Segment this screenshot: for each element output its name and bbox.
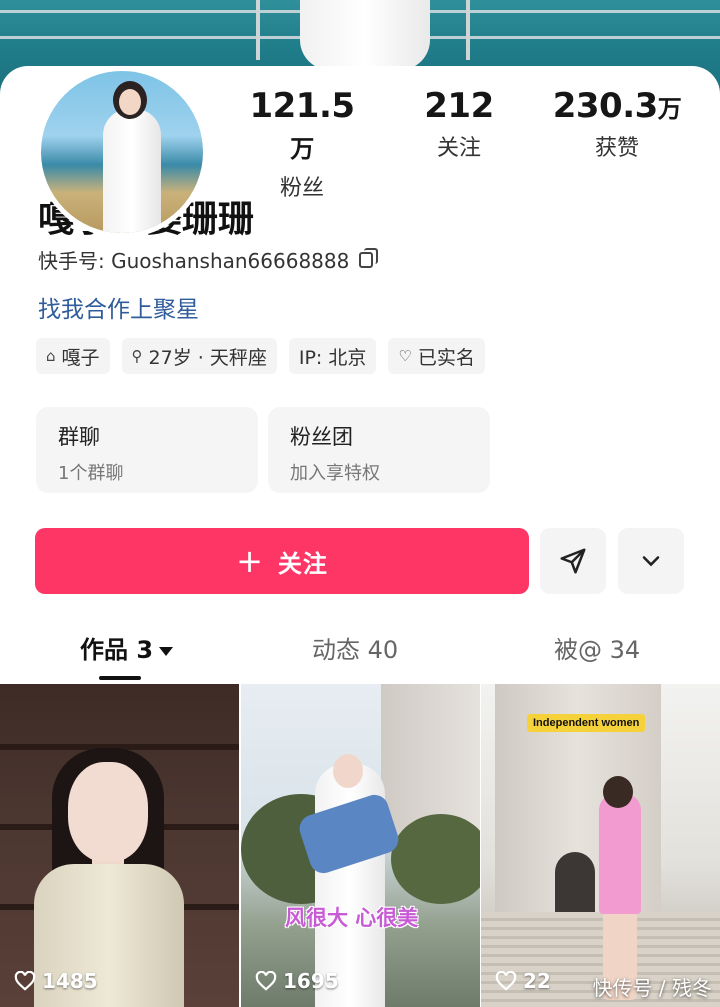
scene-face [68, 762, 148, 862]
profile-tags: ⌂ 嘎子 ⚲ 27岁 · 天秤座 IP: 北京 ♡ 已实名 [36, 338, 485, 374]
verified-icon: ♡ [398, 347, 412, 365]
heart-icon [495, 971, 517, 991]
follow-label: 关注 [277, 549, 328, 578]
gender-icon: ⚲ [131, 347, 143, 365]
video-tile[interactable]: 风很大 心很美 1695 [241, 684, 480, 1007]
kuaishou-id-text: 快手号: Guoshanshan66668888 [38, 249, 350, 273]
tag-verified[interactable]: ♡ 已实名 [388, 338, 485, 374]
tab-mentions[interactable]: 被@ 34 [554, 630, 640, 665]
stat-value: 212 [424, 86, 494, 126]
card-title: 粉丝团 [290, 425, 353, 449]
card-title: 群聊 [58, 425, 100, 449]
tab-moments[interactable]: 动态 40 [312, 630, 398, 665]
avatar-figure [103, 109, 161, 233]
fan-club-card[interactable]: 粉丝团 加入享特权 [268, 407, 490, 493]
heart-icon [255, 971, 277, 991]
avatar-photo [41, 71, 203, 233]
send-icon [560, 548, 586, 574]
scene-head [603, 776, 633, 808]
cover-post [256, 0, 260, 60]
group-chat-card[interactable]: 群聊 1个群聊 [36, 407, 258, 493]
tab-label: 作品 3 [80, 636, 154, 664]
stat-label: 获赞 [594, 136, 639, 161]
kuaishou-id: 快手号: Guoshanshan66668888 [38, 245, 379, 274]
cover-figure [300, 0, 430, 70]
share-button[interactable] [540, 528, 606, 594]
tab-indicator [99, 676, 141, 680]
watermark: 快传号 / 残冬 [592, 976, 712, 1000]
scene-head [333, 754, 363, 788]
stat-label: 粉丝 [279, 176, 324, 201]
like-count-text: 1695 [283, 969, 339, 993]
caret-down-icon [159, 646, 174, 656]
video-tile[interactable]: Independent women 22 [481, 684, 720, 1007]
like-count: 1695 [255, 969, 339, 993]
avatar[interactable] [36, 66, 208, 238]
like-count: 22 [495, 969, 551, 993]
tag-label: IP: 北京 [298, 346, 367, 369]
like-count-text: 22 [523, 969, 551, 993]
like-count-text: 1485 [42, 969, 98, 993]
tag-hometown[interactable]: ⌂ 嘎子 [36, 338, 110, 374]
copy-icon[interactable] [359, 247, 379, 268]
cooperation-link[interactable]: 找我合作上聚星 [38, 290, 199, 324]
video-badge: Independent women [527, 714, 646, 732]
home-icon: ⌂ [46, 347, 56, 365]
more-button[interactable] [618, 528, 684, 594]
tab-works[interactable]: 作品 3 [80, 630, 174, 665]
tag-label: 嘎子 [61, 346, 100, 369]
avatar-face [119, 89, 141, 115]
follow-button[interactable]: + 关注 [35, 528, 529, 594]
chevron-down-icon [642, 556, 660, 567]
card-subtitle: 加入享特权 [290, 463, 380, 484]
stat-label: 关注 [436, 136, 481, 161]
stat-fans[interactable]: 121.5万 粉丝 [246, 86, 358, 202]
heart-icon [14, 971, 36, 991]
stat-value: 230.3万 [552, 86, 682, 126]
stat-likes[interactable]: 230.3万 获赞 [552, 86, 682, 162]
tag-ip[interactable]: IP: 北京 [288, 338, 377, 374]
like-count: 1485 [14, 969, 98, 993]
tag-label: 已实名 [417, 346, 475, 369]
stat-following[interactable]: 212 关注 [418, 86, 500, 162]
card-subtitle: 1个群聊 [58, 463, 124, 484]
tag-label: 27岁 · 天秤座 [148, 346, 267, 369]
tag-age[interactable]: ⚲ 27岁 · 天秤座 [121, 338, 277, 374]
stat-value: 121.5万 [249, 86, 355, 163]
scene-tree [391, 814, 480, 904]
video-tile[interactable]: 1485 [0, 684, 239, 1007]
scene-person [599, 794, 641, 914]
cover-post [466, 0, 470, 60]
video-caption: 风很大 心很美 [285, 906, 419, 930]
plus-icon: + [236, 542, 264, 580]
